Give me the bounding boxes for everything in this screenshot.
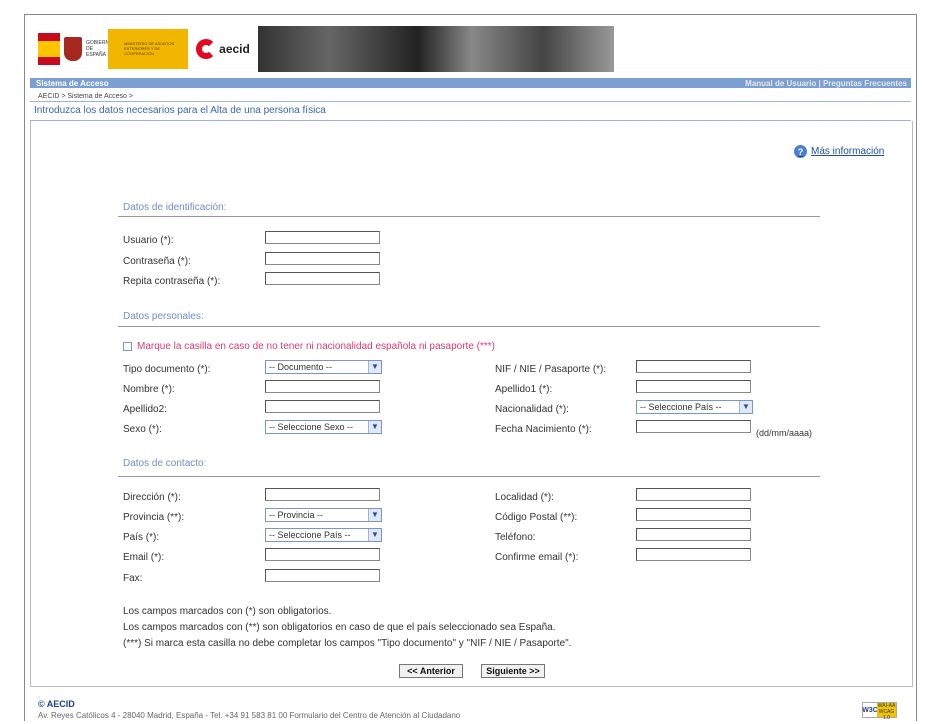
provincia-value: -- Provincia --	[269, 510, 324, 520]
gobierno-text: GOBIERNO DE ESPAÑA	[86, 40, 113, 58]
pais-label: País (*):	[123, 532, 160, 543]
nombre-input[interactable]	[265, 380, 380, 393]
aecid-c-icon	[196, 39, 217, 59]
usuario-input[interactable]	[265, 231, 380, 244]
fecha-nacimiento-input[interactable]	[636, 420, 751, 433]
divider	[118, 216, 820, 217]
localidad-input[interactable]	[636, 488, 751, 501]
tipo-documento-value: -- Documento --	[269, 362, 333, 372]
localidad-label: Localidad (*):	[495, 492, 554, 503]
chevron-down-icon: ▼	[368, 529, 381, 541]
apellido1-label: Apellido1 (*):	[495, 384, 553, 395]
ministerio-text: MINISTERIO DE ASUNTOS EXTERIORES Y DE CO…	[124, 41, 175, 56]
fax-label: Fax:	[123, 573, 143, 584]
section-identificacion: Datos de identificación:	[123, 202, 227, 213]
confirme-email-label: Confirme email (*):	[495, 552, 579, 563]
divider	[118, 476, 820, 477]
email-input[interactable]	[265, 548, 380, 561]
gobierno-logo: GOBIERNO DE ESPAÑA	[38, 29, 113, 69]
direccion-label: Dirección (*):	[123, 492, 181, 503]
apellido1-input[interactable]	[636, 380, 751, 393]
nacionalidad-value: -- Seleccione País --	[640, 402, 722, 412]
nacionalidad-select[interactable]: -- Seleccione País -- ▼	[636, 400, 753, 414]
sexo-value: -- Seleccione Sexo --	[269, 422, 354, 432]
more-info-label: Más información	[811, 146, 885, 157]
section-personales: Datos personales:	[123, 311, 204, 322]
spain-flag-icon	[38, 33, 60, 65]
breadcrumb[interactable]: AECID > Sistema de Acceso >	[38, 93, 133, 100]
fax-input[interactable]	[265, 569, 380, 582]
nif-input[interactable]	[636, 360, 751, 373]
fecha-format-hint: (dd/mm/aaaa)	[756, 428, 813, 438]
aecid-logo: aecid	[188, 29, 258, 69]
page-title: Introduzca los datos necesarios para el …	[34, 105, 326, 116]
provincia-label: Provincia (**):	[123, 512, 185, 523]
ministerio-logo: MINISTERIO DE ASUNTOS EXTERIORES Y DE CO…	[108, 29, 188, 69]
contrasena-label: Contraseña (*):	[123, 256, 191, 267]
direccion-input[interactable]	[265, 488, 380, 501]
telefono-input[interactable]	[636, 528, 751, 541]
divider	[118, 326, 820, 327]
no-nacionalidad-checkbox[interactable]	[123, 342, 132, 351]
banner-photo	[258, 26, 614, 72]
repita-contrasena-label: Repita contraseña (*):	[123, 276, 221, 287]
tipo-documento-select[interactable]: -- Documento -- ▼	[265, 360, 382, 374]
help-icon: ?	[794, 145, 807, 158]
pais-select[interactable]: -- Seleccione País -- ▼	[265, 528, 382, 542]
chevron-down-icon: ▼	[368, 421, 381, 433]
more-info-link[interactable]: ? Más información	[794, 145, 884, 158]
chevron-down-icon: ▼	[368, 509, 381, 521]
note-checkbox: (***) Si marca esta casilla no debe comp…	[123, 638, 572, 649]
codigo-postal-input[interactable]	[636, 508, 751, 521]
email-label: Email (*):	[123, 552, 165, 563]
w3c-logo: W3C	[862, 706, 878, 714]
footer-address[interactable]: Av. Reyes Católicos 4 - 28040 Madrid, Es…	[38, 711, 460, 720]
siguiente-button[interactable]: Siguiente >>	[481, 664, 545, 678]
anterior-button[interactable]: << Anterior	[399, 664, 463, 678]
system-name: Sistema de Acceso	[36, 78, 109, 88]
title-bar: Introduzca los datos necesarios para el …	[30, 101, 911, 121]
section-contacto: Datos de contacto:	[123, 458, 207, 469]
footer-org: © AECID	[38, 699, 75, 709]
no-nacionalidad-label: Marque la casilla en caso de no tener ni…	[137, 341, 496, 352]
coat-of-arms-icon	[64, 37, 82, 61]
pais-value: -- Seleccione País --	[269, 530, 351, 540]
provincia-select[interactable]: -- Provincia -- ▼	[265, 508, 382, 522]
sexo-label: Sexo (*):	[123, 424, 162, 435]
wai-aa-label: WAI-AA WCAG 1.0	[877, 703, 896, 721]
telefono-label: Teléfono:	[495, 532, 536, 543]
note-spain-required: Los campos marcados con (**) son obligat…	[123, 622, 556, 633]
fecha-nacimiento-label: Fecha Nacimiento (*):	[495, 424, 592, 435]
apellido2-label: Apellido2:	[123, 404, 167, 415]
usuario-label: Usuario (*):	[123, 235, 174, 246]
chevron-down-icon: ▼	[368, 361, 381, 373]
nombre-label: Nombre (*):	[123, 384, 175, 395]
nif-label: NIF / NIE / Pasaporte (*):	[495, 364, 607, 375]
sexo-select[interactable]: -- Seleccione Sexo -- ▼	[265, 420, 382, 434]
note-required: Los campos marcados con (*) son obligato…	[123, 606, 332, 617]
tipo-documento-label: Tipo documento (*):	[123, 364, 211, 375]
header-banner: GOBIERNO DE ESPAÑA MINISTERIO DE ASUNTOS…	[38, 26, 614, 72]
nacionalidad-label: Nacionalidad (*):	[495, 404, 569, 415]
aecid-logo-text: aecid	[219, 42, 250, 56]
contrasena-input[interactable]	[265, 252, 380, 265]
confirme-email-input[interactable]	[636, 548, 751, 561]
repita-contrasena-input[interactable]	[265, 272, 380, 285]
accessibility-badge[interactable]: W3C WAI-AA WCAG 1.0	[862, 702, 897, 721]
top-nav-bar: Sistema de Acceso Manual de Usuario | Pr…	[30, 78, 911, 88]
chevron-down-icon: ▼	[739, 401, 752, 413]
apellido2-input[interactable]	[265, 400, 380, 413]
codigo-postal-label: Código Postal (**):	[495, 512, 578, 523]
help-links[interactable]: Manual de Usuario | Preguntas Frecuentes	[745, 79, 911, 88]
